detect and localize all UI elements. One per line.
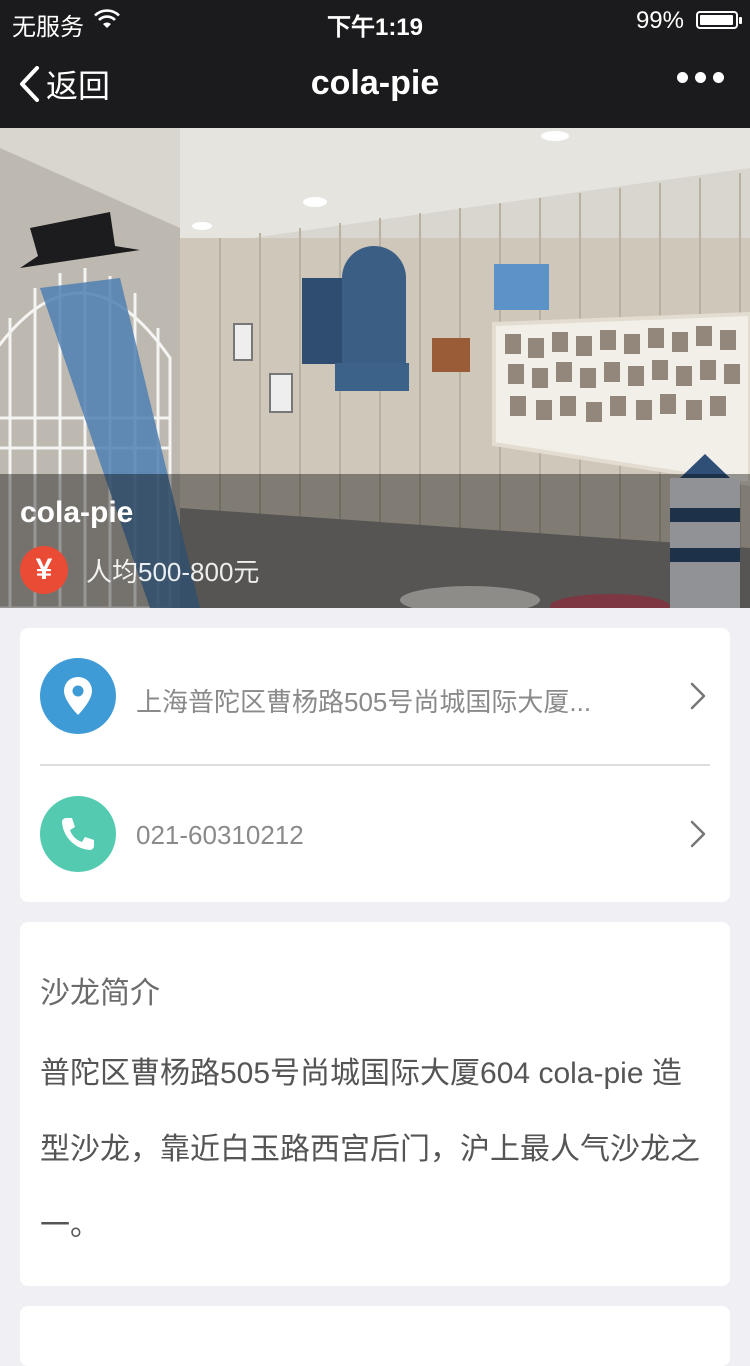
phone-row[interactable]: 021-60310212 [20, 766, 730, 902]
next-section-card [20, 1306, 730, 1366]
status-bar: 无服务 下午1:19 99% [0, 0, 750, 41]
dot-icon [677, 72, 688, 83]
salon-hero-photo: cola-pie ¥ 人均500-800元 [0, 128, 750, 608]
navigation-bar: 返回 cola-pie [0, 40, 750, 128]
dot-icon [695, 72, 706, 83]
more-menu-button[interactable] [677, 72, 724, 83]
phone-icon [40, 796, 116, 872]
intro-heading: 沙龙简介 [40, 977, 160, 1010]
yen-icon: ¥ [20, 546, 68, 594]
contact-card: 上海普陀区曹杨路505号尚城国际大厦... 021-60310212 [20, 628, 730, 902]
chevron-right-icon [690, 820, 706, 848]
intro-body: 普陀区曹杨路505号尚城国际大厦604 cola-pie 造型沙龙，靠近白玉路西… [40, 1057, 700, 1242]
address-row[interactable]: 上海普陀区曹杨路505号尚城国际大厦... [20, 628, 730, 764]
dot-icon [713, 72, 724, 83]
phone-number: 021-60310212 [136, 820, 304, 850]
chevron-right-icon [690, 682, 706, 710]
average-price: 人均500-800元 [86, 557, 260, 587]
address-text: 上海普陀区曹杨路505号尚城国际大厦... [136, 687, 592, 717]
battery-percent: 99% [635, 7, 684, 34]
salon-intro-card: 沙龙简介 普陀区曹杨路505号尚城国际大厦604 cola-pie 造型沙龙，靠… [20, 922, 730, 1286]
page-title: cola-pie [310, 64, 440, 102]
location-pin-icon [40, 658, 116, 734]
shop-name: cola-pie [20, 496, 134, 529]
battery-icon [696, 11, 742, 29]
